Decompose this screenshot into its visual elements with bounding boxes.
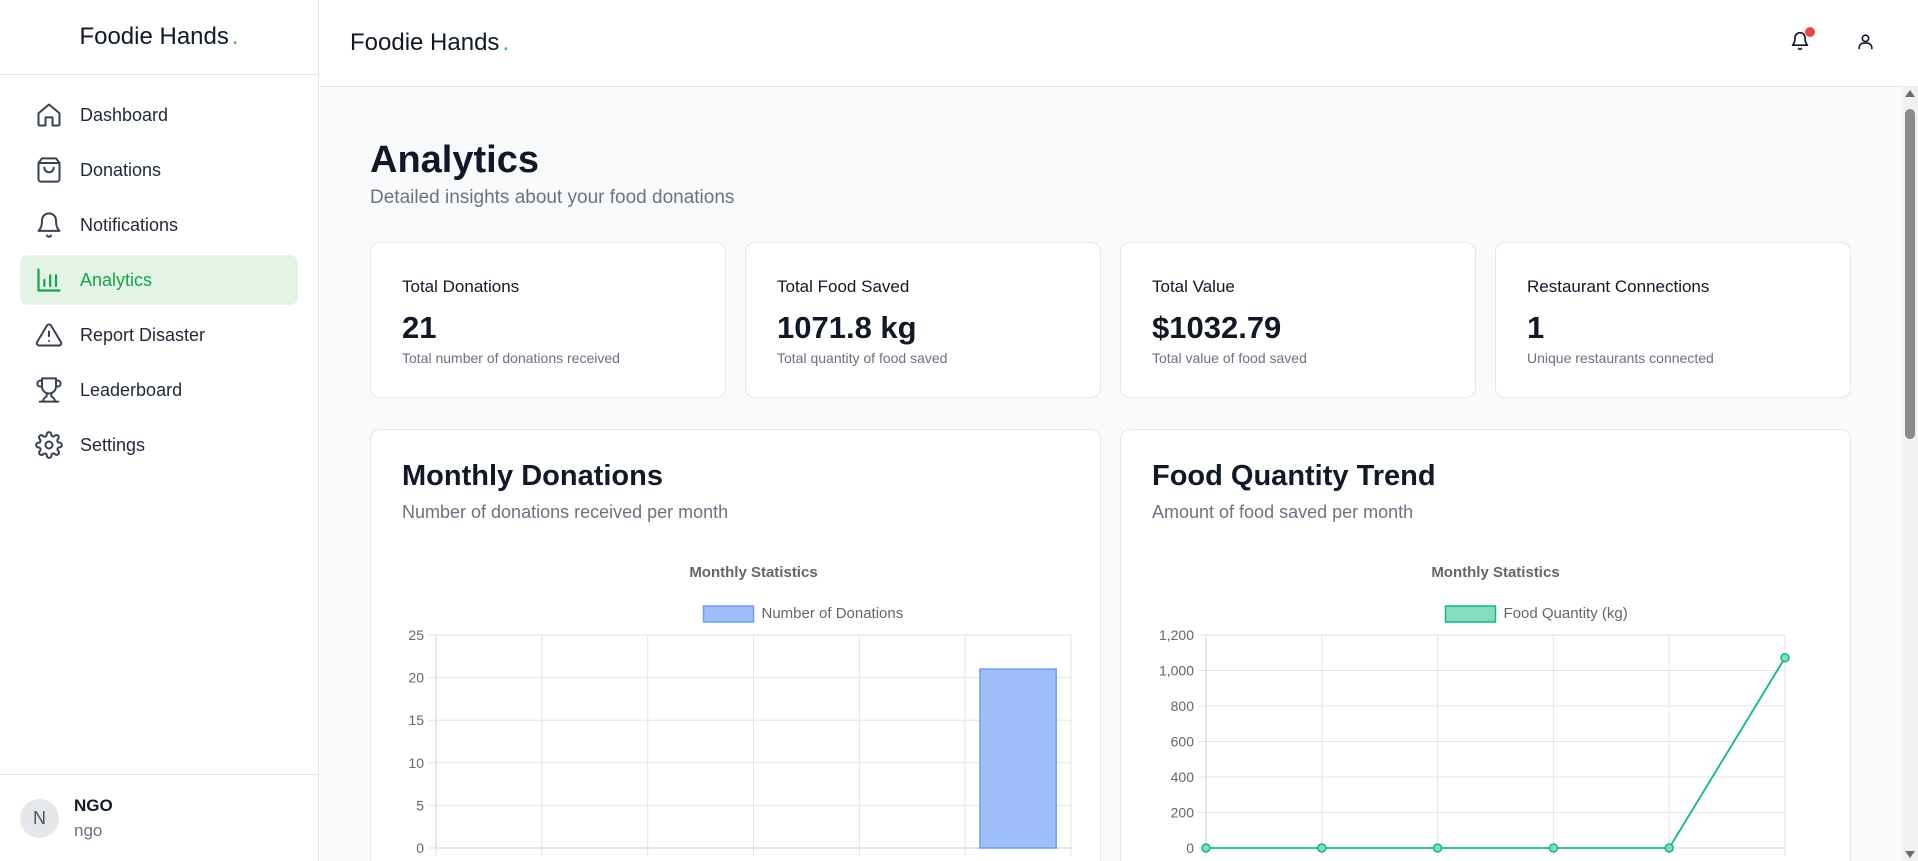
card-title: Monthly Donations [402, 460, 663, 492]
sidebar-item-report-disaster[interactable]: Report Disaster [20, 310, 298, 360]
sidebar-nav: Dashboard Donations Notifications Analyt… [0, 75, 318, 470]
stat-description: Total number of donations received [402, 350, 620, 366]
stat-label: Total Value [1152, 277, 1235, 296]
stat-label: Total Donations [402, 277, 520, 296]
stat-label: Restaurant Connections [1527, 277, 1710, 296]
sidebar-item-donations[interactable]: Donations [20, 145, 298, 195]
scroll-thumb[interactable] [1905, 109, 1915, 439]
page-subtitle: Detailed insights about your food donati… [370, 187, 735, 208]
y-tick-label: 1,200 [1159, 627, 1194, 643]
sidebar-item-label: Leaderboard [80, 379, 183, 400]
card-subtitle: Number of donations received per month [402, 502, 729, 522]
y-tick-label: 20 [408, 670, 424, 686]
user-icon [1856, 32, 1875, 56]
stat-card-restaurant-connections: Restaurant Connections 1 Unique restaura… [1495, 242, 1851, 398]
header-actions [1780, 0, 1918, 87]
data-point [1317, 843, 1327, 853]
stat-label: Total Food Saved [777, 277, 910, 296]
legend-swatch [1444, 605, 1497, 623]
sidebar-item-label: Settings [80, 434, 146, 455]
user-menu-button[interactable] [1845, 24, 1885, 64]
user-name: NGO [74, 795, 113, 815]
scroll-down-arrow[interactable] [1905, 851, 1915, 858]
sidebar-item-label: Analytics [80, 269, 153, 290]
avatar: N [20, 798, 59, 838]
sidebar-user[interactable]: N NGO ngo [0, 774, 319, 861]
stat-description: Total value of food saved [1152, 350, 1307, 366]
sidebar-item-notifications[interactable]: Notifications [20, 200, 298, 250]
stat-card-total-value: Total Value $1032.79 Total value of food… [1120, 242, 1476, 398]
series-line [1206, 657, 1786, 849]
trophy-icon [34, 375, 64, 405]
y-tick-label: 25 [408, 627, 424, 643]
brand-name: Foodie Hands [79, 23, 229, 50]
home-icon [34, 100, 64, 130]
header-brand[interactable]: Foodie Hands. [350, 29, 509, 57]
food-quantity-trend-card: Monthly Statistics Food Quantity (kg) 0 200… [1120, 429, 1851, 861]
legend-swatch [702, 605, 755, 623]
notifications-button[interactable] [1780, 24, 1820, 64]
chart-title: Monthly Statistics [1431, 564, 1559, 581]
scroll-up-arrow[interactable] [1905, 90, 1915, 97]
bar-chart-icon [34, 265, 64, 295]
data-point [1780, 653, 1790, 663]
sidebar: Foodie Hands. Dashboard Donations Notifi… [0, 0, 319, 861]
user-info: NGO ngo [74, 796, 113, 841]
data-point [1201, 843, 1211, 853]
y-tick-label: 0 [416, 840, 424, 856]
brand-dot: . [231, 23, 239, 50]
stat-value: 1071.8 kg [777, 310, 917, 345]
sidebar-item-label: Dashboard [80, 104, 169, 125]
stat-description: Total quantity of food saved [777, 350, 948, 366]
y-tick-label: 5 [416, 797, 424, 813]
y-tick-label: 1,000 [1159, 663, 1194, 679]
y-tick-label: 10 [408, 755, 424, 771]
sidebar-item-label: Report Disaster [80, 324, 206, 345]
bag-icon [34, 155, 64, 185]
y-tick-label: 0 [1186, 840, 1194, 856]
y-tick-label: 200 [1171, 805, 1195, 821]
y-tick-label: 600 [1171, 734, 1195, 750]
main-scrollbar[interactable] [1902, 87, 1918, 861]
brand-name: Foodie Hands [350, 29, 500, 56]
stat-description: Unique restaurants connected [1527, 350, 1714, 366]
bell-icon [34, 210, 64, 240]
legend-label: Food Quantity (kg) [1504, 605, 1628, 622]
data-point [1664, 843, 1674, 853]
bar [979, 668, 1057, 849]
stat-value: 1 [1527, 310, 1545, 345]
stat-value: 21 [402, 310, 437, 345]
warning-icon [34, 320, 64, 350]
data-point [1432, 843, 1443, 853]
sidebar-brand[interactable]: Foodie Hands. [0, 0, 318, 75]
sidebar-item-settings[interactable]: Settings [20, 420, 298, 470]
monthly-donations-chart: Monthly Statistics Number of Donations 0 5 1… [408, 564, 1072, 856]
brand-dot: . [502, 29, 510, 56]
sidebar-item-dashboard[interactable]: Dashboard [20, 90, 298, 140]
sidebar-item-leaderboard[interactable]: Leaderboard [20, 365, 298, 415]
y-tick-label: 400 [1171, 769, 1195, 785]
gear-icon [34, 430, 64, 460]
food-quantity-chart: Monthly Statistics Food Quantity (kg) 0 200… [1159, 564, 1790, 856]
chart-title: Monthly Statistics [689, 564, 817, 581]
main-content: Analytics Detailed insights about your f… [320, 87, 1902, 861]
stat-card-total-food-saved: Total Food Saved 1071.8 kg Total quantit… [745, 242, 1101, 398]
notification-badge [1805, 26, 1815, 37]
data-point [1548, 843, 1559, 853]
monthly-donations-card: Monthly Statistics Number of Donations 0 5 1… [370, 429, 1101, 861]
top-header: Foodie Hands. [320, 0, 1918, 87]
y-tick-label: 15 [408, 712, 424, 728]
y-tick-label: 800 [1171, 698, 1195, 714]
stat-card-total-donations: Total Donations 21 Total number of donat… [370, 242, 726, 398]
sidebar-item-label: Donations [80, 159, 162, 180]
legend-label: Number of Donations [762, 605, 904, 622]
user-role: ngo [74, 820, 103, 840]
card-subtitle: Amount of food saved per month [1152, 502, 1414, 522]
sidebar-item-analytics[interactable]: Analytics [20, 255, 298, 305]
stat-value: $1032.79 [1152, 310, 1282, 345]
page-title: Analytics [370, 139, 539, 181]
card-title: Food Quantity Trend [1152, 460, 1436, 492]
sidebar-item-label: Notifications [80, 214, 179, 235]
